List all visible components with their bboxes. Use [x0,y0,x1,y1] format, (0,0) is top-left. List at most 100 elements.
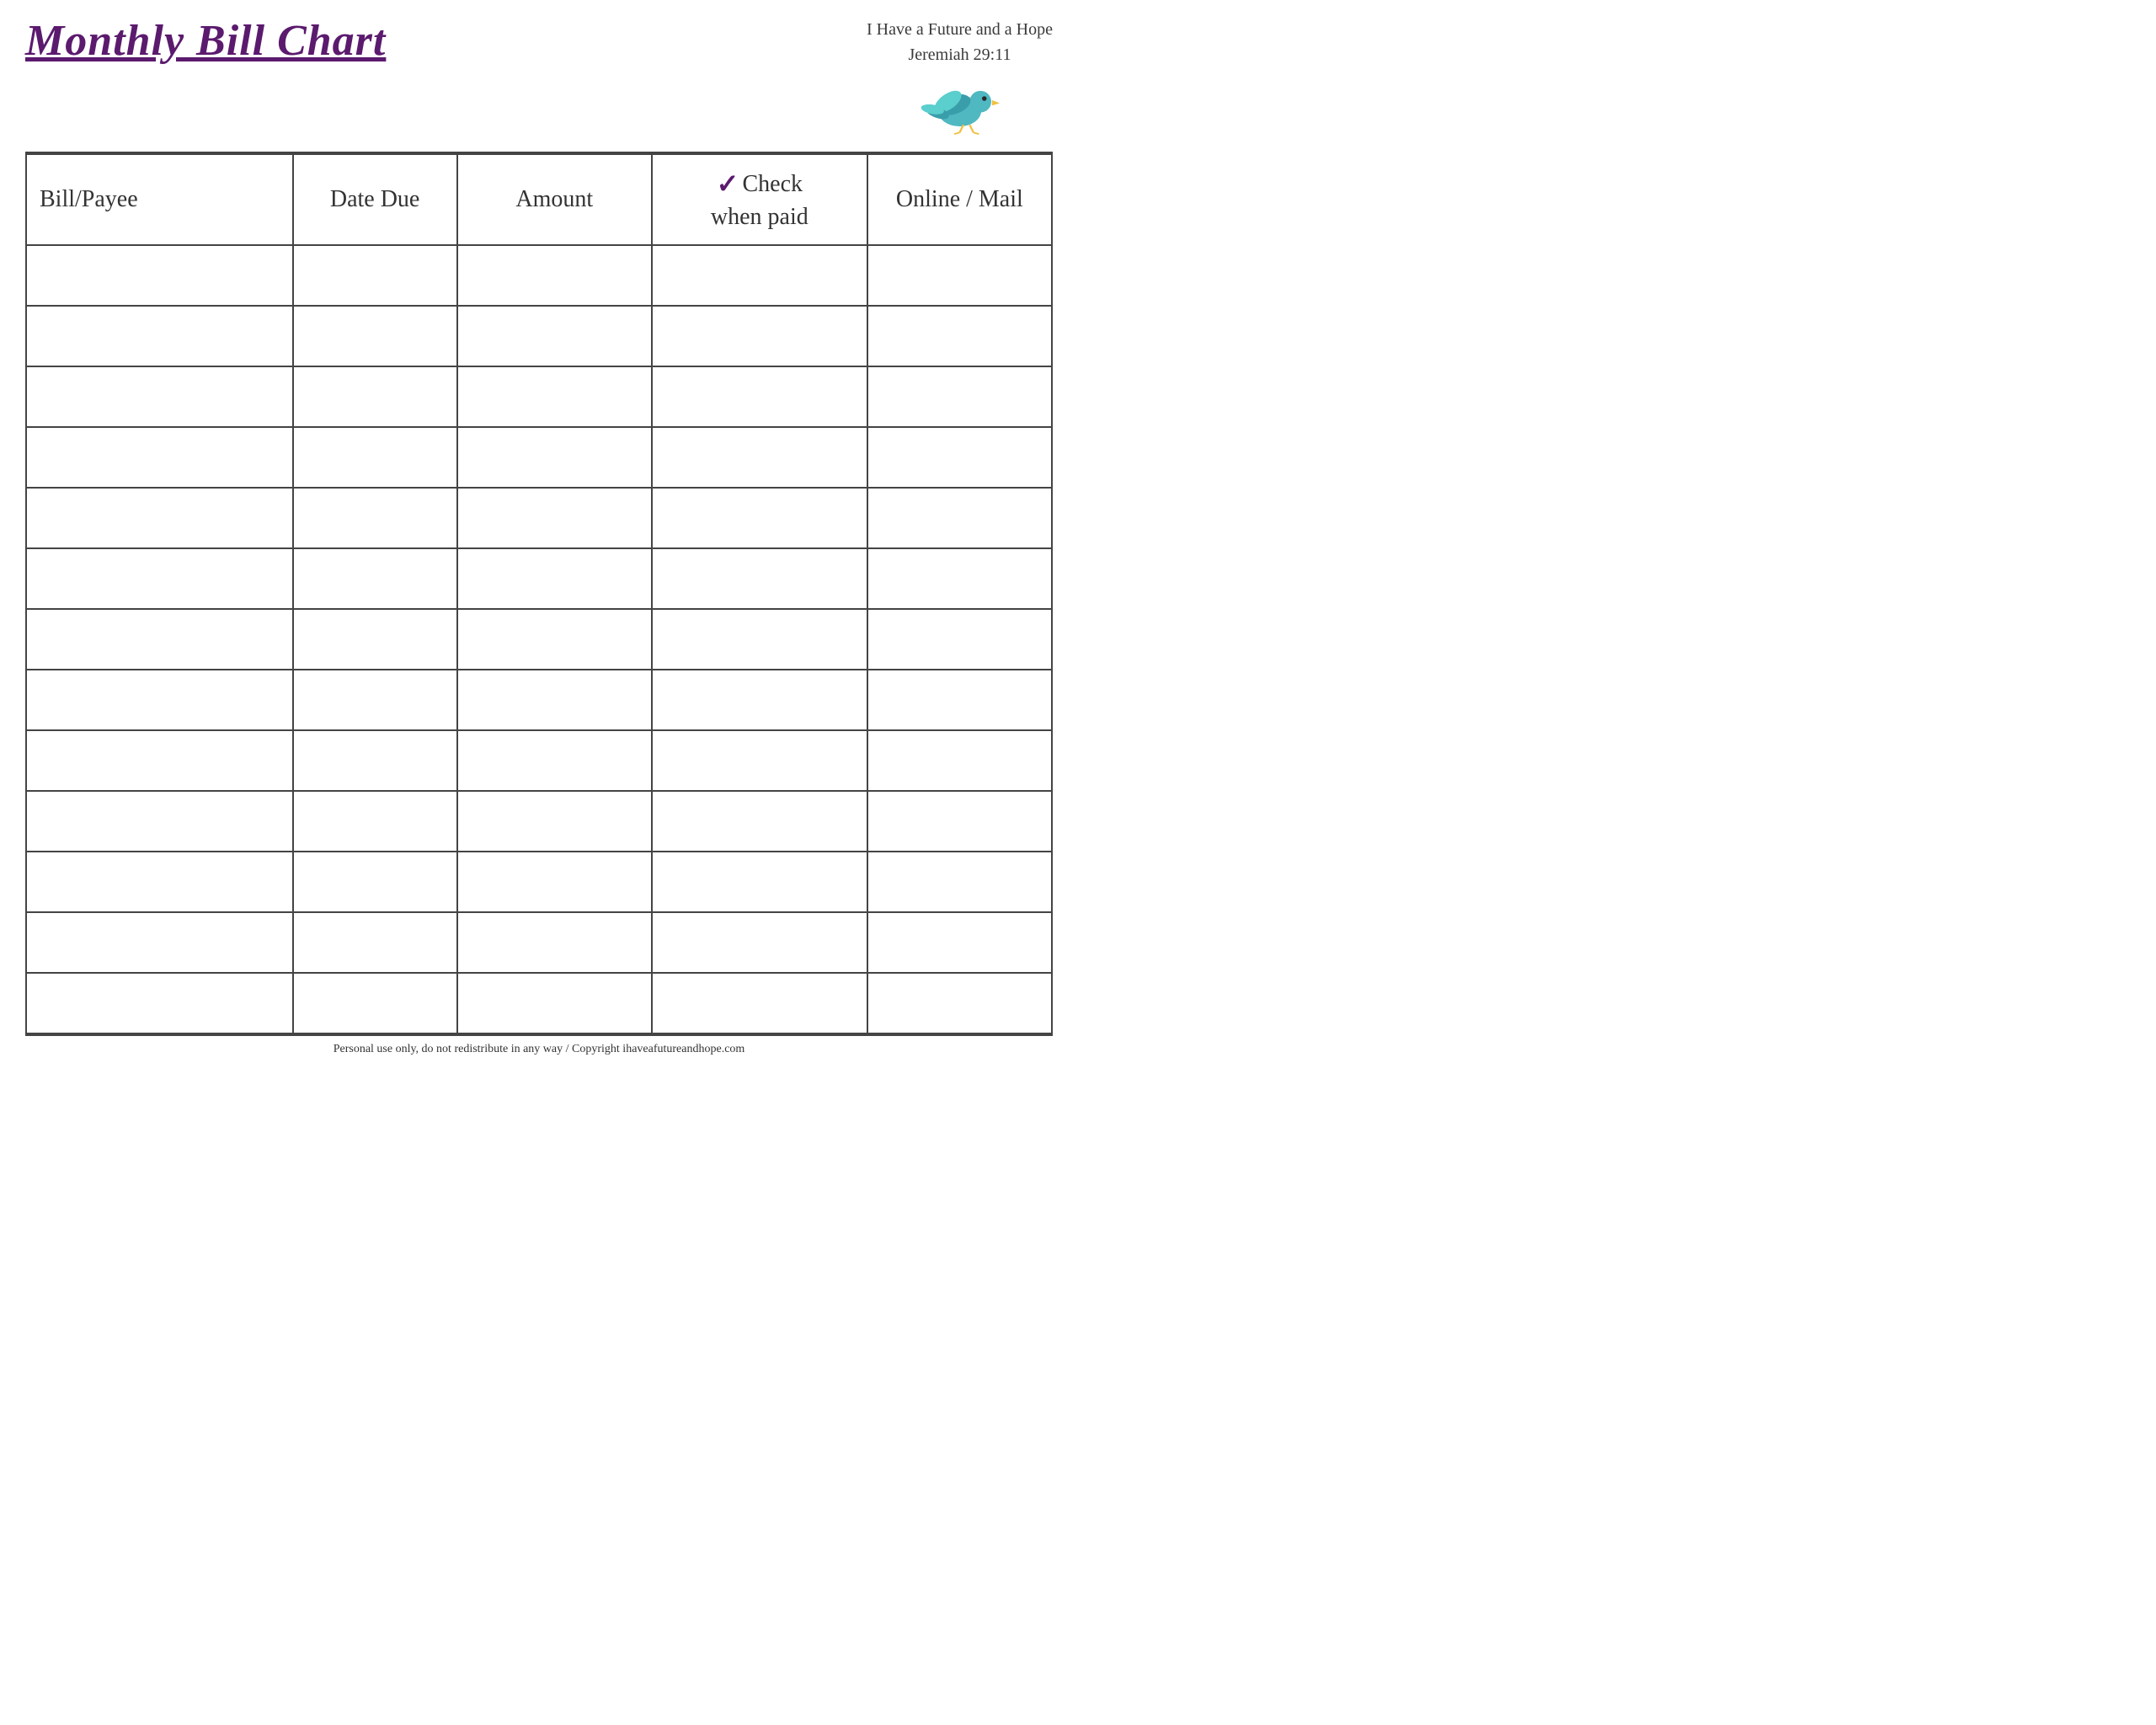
table-cell[interactable] [867,548,1052,609]
table-cell[interactable] [457,973,652,1033]
table-cell[interactable] [293,306,457,366]
check-label-line1: Check [742,169,803,200]
table-cell[interactable] [867,488,1052,548]
header: Monthly Bill Chart I Have a Future and a… [25,17,1053,143]
table-cell[interactable] [652,366,867,427]
col-header-bill: Bill/Payee [26,154,293,245]
table-row [26,488,1052,548]
bill-table: Bill/Payee Date Due Amount ✓ Check when … [25,153,1053,1034]
footer: Personal use only, do not redistribute i… [25,1034,1053,1063]
table-cell[interactable] [293,670,457,730]
table-header-row: Bill/Payee Date Due Amount ✓ Check when … [26,154,1052,245]
table-cell[interactable] [867,609,1052,670]
footer-text: Personal use only, do not redistribute i… [334,1043,745,1055]
table-cell[interactable] [652,609,867,670]
table-cell[interactable] [652,912,867,973]
table-cell[interactable] [867,973,1052,1033]
table-cell[interactable] [293,366,457,427]
table-cell[interactable] [867,366,1052,427]
table-cell[interactable] [26,427,293,488]
bird-icon [917,72,1001,139]
table-cell[interactable] [457,670,652,730]
col-header-online: Online / Mail [867,154,1052,245]
table-cell[interactable] [867,730,1052,791]
table-cell[interactable] [293,245,457,306]
table-cell[interactable] [457,366,652,427]
table-cell[interactable] [26,670,293,730]
table-cell[interactable] [26,306,293,366]
table-cell[interactable] [457,609,652,670]
table-row [26,306,1052,366]
check-label-line2: when paid [711,202,808,232]
table-row [26,852,1052,912]
table-cell[interactable] [652,306,867,366]
table-cell[interactable] [867,306,1052,366]
table-cell[interactable] [26,488,293,548]
page-title: Monthly Bill Chart [25,17,386,65]
col-header-amount: Amount [457,154,652,245]
table-cell[interactable] [26,609,293,670]
checkmark-icon: ✓ [717,167,739,202]
scripture-text: I Have a Future and a Hope Jeremiah 29:1… [867,17,1053,67]
scripture-line2: Jeremiah 29:11 [867,42,1053,67]
table-cell[interactable] [652,488,867,548]
table-row [26,609,1052,670]
table-cell[interactable] [652,791,867,852]
table-cell[interactable] [457,912,652,973]
table-cell[interactable] [293,427,457,488]
table-cell[interactable] [457,427,652,488]
table-row [26,791,1052,852]
table-cell[interactable] [293,730,457,791]
table-cell[interactable] [457,730,652,791]
table-row [26,912,1052,973]
col-header-check: ✓ Check when paid [652,154,867,245]
table-cell[interactable] [293,973,457,1033]
table-cell[interactable] [867,852,1052,912]
table-cell[interactable] [652,973,867,1033]
table-row [26,245,1052,306]
table-row [26,730,1052,791]
table-cell[interactable] [652,427,867,488]
table-body [26,245,1052,1033]
table-row [26,548,1052,609]
table-cell[interactable] [457,548,652,609]
table-cell[interactable] [293,912,457,973]
scripture-line1: I Have a Future and a Hope [867,17,1053,42]
table-cell[interactable] [26,912,293,973]
table-cell[interactable] [867,791,1052,852]
table-cell[interactable] [652,548,867,609]
table-cell[interactable] [293,852,457,912]
table-cell[interactable] [457,245,652,306]
page: Monthly Bill Chart I Have a Future and a… [0,0,1078,1071]
table-cell[interactable] [26,791,293,852]
table-cell[interactable] [26,730,293,791]
table-row [26,973,1052,1033]
table-cell[interactable] [867,427,1052,488]
table-cell[interactable] [26,245,293,306]
title-section: Monthly Bill Chart [25,17,386,65]
table-row [26,366,1052,427]
table-cell[interactable] [26,973,293,1033]
header-right: I Have a Future and a Hope Jeremiah 29:1… [867,17,1053,139]
table-cell[interactable] [867,912,1052,973]
col-header-date: Date Due [293,154,457,245]
table-cell[interactable] [26,548,293,609]
table-cell[interactable] [457,488,652,548]
table-cell[interactable] [457,852,652,912]
table-cell[interactable] [457,791,652,852]
table-cell[interactable] [293,609,457,670]
table-cell[interactable] [457,306,652,366]
table-cell[interactable] [652,730,867,791]
table-cell[interactable] [26,366,293,427]
table-cell[interactable] [652,670,867,730]
table-cell[interactable] [652,852,867,912]
table-row [26,427,1052,488]
table-cell[interactable] [26,852,293,912]
table-cell[interactable] [652,245,867,306]
table-cell[interactable] [293,488,457,548]
table-cell[interactable] [293,548,457,609]
bird-svg [917,72,1010,135]
table-cell[interactable] [867,245,1052,306]
table-cell[interactable] [867,670,1052,730]
table-cell[interactable] [293,791,457,852]
